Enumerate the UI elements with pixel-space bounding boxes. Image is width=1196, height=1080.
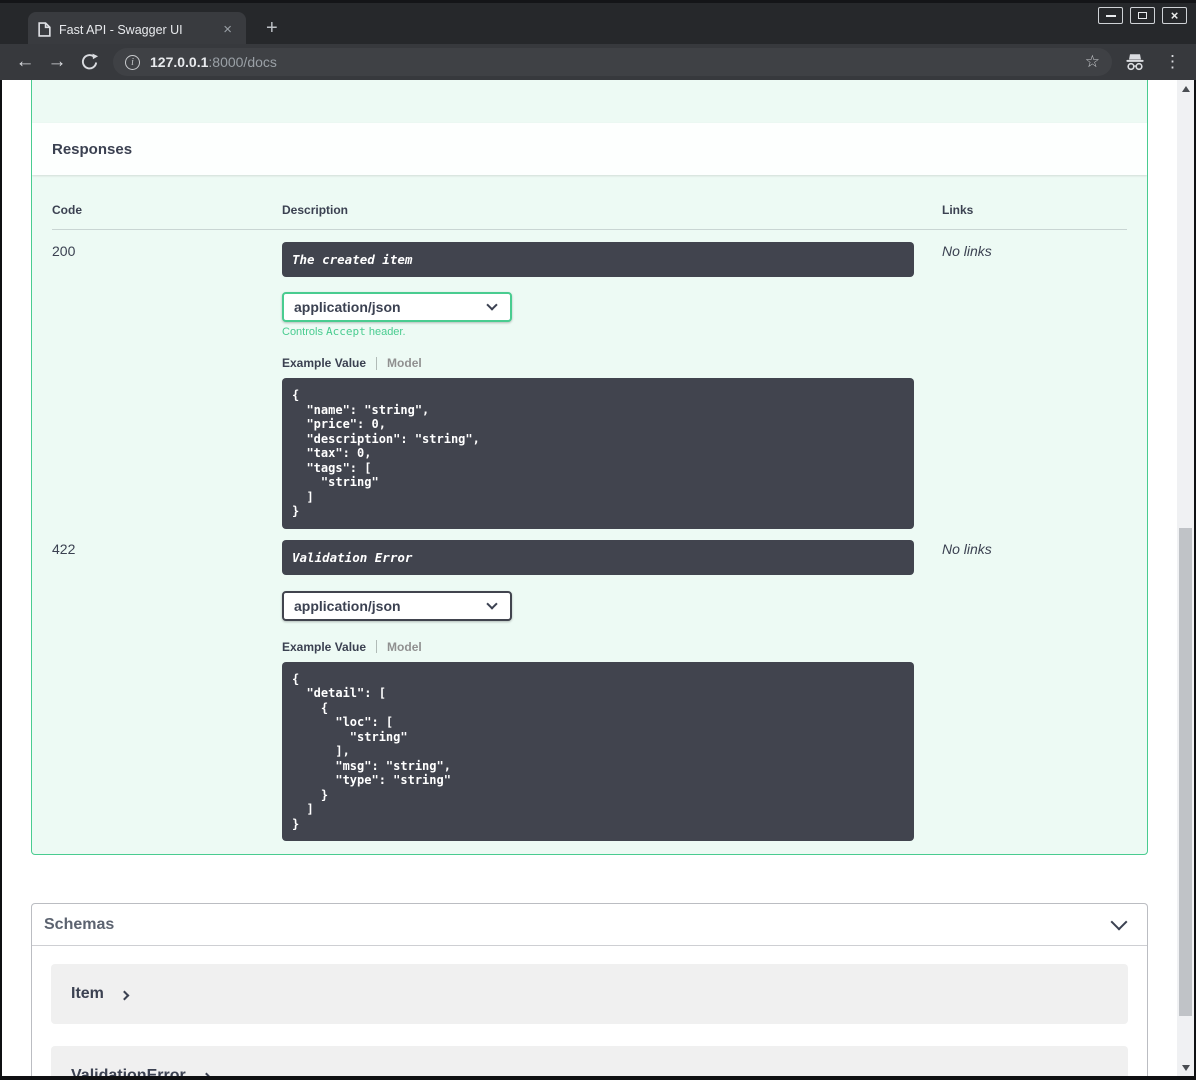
site-info-icon[interactable]: i — [125, 54, 140, 70]
window-close-button[interactable]: × — [1162, 7, 1187, 24]
responses-table-header: Code Description Links — [52, 203, 1127, 230]
response-description: Validation Error — [282, 539, 914, 575]
schema-name: Item — [71, 985, 104, 1002]
reload-button[interactable] — [73, 48, 105, 76]
schemas-header[interactable]: Schemas — [32, 904, 1147, 946]
browser-window: Fast API - Swagger UI × + × ← → i 127.0.… — [0, 0, 1196, 1080]
new-tab-button[interactable]: + — [260, 15, 284, 42]
chevron-down-icon — [486, 597, 498, 610]
col-header-description: Description — [282, 203, 349, 217]
media-type-select[interactable]: application/json — [282, 590, 512, 621]
accept-header-hint: Controls Accept header. — [282, 325, 406, 338]
page-favicon-icon — [38, 22, 51, 37]
schema-validationerror[interactable]: ValidationError — [51, 1046, 1128, 1076]
maximize-icon — [1138, 12, 1147, 19]
response-description: The created item — [282, 242, 914, 277]
col-header-links: Links — [942, 203, 974, 217]
chevron-right-icon — [201, 1072, 212, 1076]
tab-example-value[interactable]: Example Value — [282, 356, 366, 370]
tab-separator — [376, 356, 378, 370]
schema-name: ValidationError — [71, 1067, 186, 1076]
example-model-tabs: Example Value Model — [282, 640, 914, 654]
response-row-422: 422 Validation Error application/json Ex… — [52, 539, 1127, 841]
opblock-spacer — [32, 80, 1147, 123]
col-header-code: Code — [52, 203, 82, 217]
back-button[interactable]: ← — [9, 48, 41, 76]
browser-tab[interactable]: Fast API - Swagger UI × — [28, 12, 246, 47]
tab-example-value[interactable]: Example Value — [282, 640, 366, 654]
window-maximize-button[interactable] — [1130, 7, 1155, 24]
chevron-down-icon[interactable] — [1110, 913, 1128, 930]
example-json: { "detail": [ { "loc": [ "string" ], "ms… — [282, 661, 914, 841]
media-type-select[interactable]: application/json — [282, 292, 512, 322]
response-code: 200 — [52, 243, 76, 259]
scroll-down-icon[interactable] — [1181, 1065, 1190, 1071]
scroll-up-icon[interactable] — [1181, 86, 1190, 92]
schemas-body: Item ValidationError — [32, 946, 1147, 1076]
page-content: Responses Code Description Links 200 The… — [2, 80, 1194, 1076]
forward-button[interactable]: → — [41, 48, 73, 76]
vertical-scrollbar[interactable] — [1177, 80, 1194, 1076]
bookmark-star-icon[interactable]: ☆ — [1083, 52, 1102, 72]
minimize-icon — [1105, 14, 1116, 17]
responses-table: Code Description Links 200 The created i… — [32, 203, 1147, 854]
window-controls: × — [1098, 7, 1187, 24]
example-json: { "name": "string", "price": 0, "descrip… — [282, 378, 914, 529]
responses-section-header: Responses — [32, 123, 1147, 175]
response-code: 422 — [52, 540, 76, 557]
tab-title: Fast API - Swagger UI — [59, 22, 183, 37]
tab-model[interactable]: Model — [387, 356, 422, 370]
scrollbar-thumb[interactable] — [1179, 528, 1192, 1016]
browser-menu-icon[interactable]: ⋮ — [1158, 52, 1187, 72]
address-bar[interactable]: i 127.0.0.1:8000/docs ☆ — [113, 48, 1112, 76]
tab-separator — [376, 640, 378, 653]
response-row-200: 200 The created item application/json Co… — [52, 230, 1127, 529]
schemas-section: Schemas Item ValidationError — [31, 903, 1148, 1076]
close-icon: × — [1170, 8, 1179, 23]
response-links: No links — [942, 243, 992, 259]
schemas-title: Schemas — [44, 915, 115, 933]
chevron-down-icon — [486, 299, 498, 311]
example-model-tabs: Example Value Model — [282, 356, 914, 370]
responses-title: Responses — [52, 140, 133, 158]
window-minimize-button[interactable] — [1098, 7, 1123, 24]
tab-close-icon[interactable]: × — [219, 20, 236, 39]
url-text[interactable]: 127.0.0.1:8000/docs — [150, 54, 1083, 70]
incognito-icon — [1124, 52, 1146, 72]
reload-icon — [81, 53, 98, 69]
browser-toolbar: ← → i 127.0.0.1:8000/docs ☆ ⋮ — [0, 44, 1196, 80]
tab-strip: Fast API - Swagger UI × + × — [0, 0, 1196, 47]
operation-block: Responses Code Description Links 200 The… — [31, 80, 1148, 855]
tab-model[interactable]: Model — [387, 640, 422, 654]
schema-item[interactable]: Item — [51, 964, 1128, 1024]
response-links: No links — [942, 540, 992, 557]
chevron-right-icon — [119, 990, 130, 1000]
